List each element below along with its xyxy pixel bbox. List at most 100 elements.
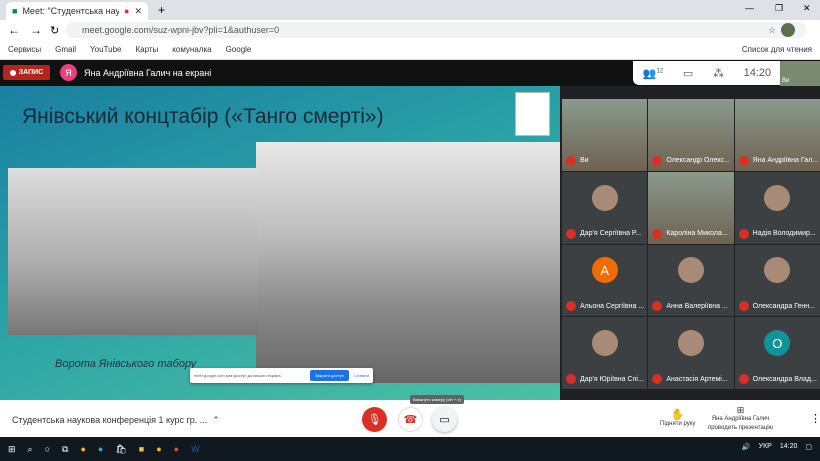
profile-avatar[interactable] (781, 23, 795, 37)
windows-taskbar: ⊞ ⌕ ○ ⧉ ● ● 🛍 ■ ● ● W (0, 437, 820, 461)
participant-avatar (677, 257, 704, 284)
cortana-icon[interactable]: ○ (45, 444, 50, 454)
new-tab-button[interactable]: + (158, 3, 165, 17)
minimize-button[interactable]: — (745, 3, 754, 13)
tab-title: Meet: "Студентська науков (22, 6, 120, 16)
participant-name: Дар'я Юріївна Спі... (566, 374, 645, 384)
participant-tile[interactable]: Анастасія Артемі... (648, 317, 734, 389)
store-icon[interactable]: 🛍 (115, 444, 126, 455)
recording-badge: ЗАПИС (3, 65, 50, 80)
participant-name: Альона Сергіївна ... (566, 301, 645, 312)
end-call-button[interactable]: ☎ (398, 407, 423, 432)
recording-icon: ● (124, 6, 130, 16)
participant-grid: Ви Олександр Олекс... Яна Андріївна Гал...… (562, 99, 820, 389)
participant-name: Анастасія Артемі... (652, 374, 731, 384)
participant-tile[interactable]: Олександр Олекс... (648, 99, 734, 171)
search-icon[interactable]: ⌕ (28, 444, 33, 455)
forward-icon[interactable]: → (30, 23, 42, 37)
mic-muted-icon (566, 228, 576, 239)
participant-name: Ви (566, 155, 645, 166)
participant-name: Яна Андріївна Гал... (738, 155, 818, 166)
close-window-button[interactable]: ✕ (803, 3, 811, 14)
presenting-status[interactable]: ⊞ Яна Андріївна Галич проводить презентаці… (708, 406, 773, 433)
bookmark-google[interactable]: Google (226, 45, 252, 54)
taskbar-clock[interactable]: 14:20 (780, 443, 798, 451)
back-icon[interactable]: ← (8, 23, 20, 37)
mic-muted-icon (652, 228, 663, 239)
volume-icon[interactable]: 🔊 (742, 443, 751, 451)
meet-bottom-bar: Студентська наукова конференція 1 курс г… (0, 400, 820, 437)
participant-name: Анна Валеріївна ... (652, 301, 731, 312)
mic-muted-icon (566, 301, 576, 312)
reload-icon[interactable]: ↻ (50, 24, 59, 37)
mic-muted-icon (566, 155, 576, 166)
participant-name: Олександра Влад... (738, 374, 818, 384)
participant-avatar (764, 184, 791, 211)
participant-tile[interactable]: О Олександра Влад... (734, 317, 820, 389)
language-indicator[interactable]: УКР (759, 443, 772, 451)
explorer-icon[interactable]: ■ (139, 444, 144, 454)
raise-hand-button[interactable]: ✋ Підняти руку (660, 408, 695, 427)
hide-button[interactable]: Сховати (354, 373, 369, 378)
presenter-avatar: Я (60, 64, 77, 81)
bookmark-folder[interactable]: комуналка (172, 45, 211, 54)
reading-list[interactable]: Список для чтения (742, 45, 812, 54)
participant-avatar: А (591, 257, 618, 284)
clock: 14:20 (743, 67, 772, 79)
mic-muted-icon (652, 374, 663, 384)
bookmark-star-icon[interactable]: ☆ (768, 25, 776, 36)
conference-logo (515, 92, 550, 136)
chrome-icon-2[interactable]: ● (156, 444, 161, 454)
participant-name: Дар'я Сергіївна Р... (566, 228, 645, 239)
participant-tile[interactable]: Надія Володимир... (734, 171, 820, 244)
slide-caption: Ворота Янівського табору (55, 358, 197, 370)
participant-tile[interactable]: Дар'я Юріївна Спі... (562, 317, 648, 389)
bookmark-maps[interactable]: Карты (135, 45, 158, 54)
bookmark-gmail[interactable]: Gmail (55, 45, 76, 54)
camera-button[interactable]: ▭ (432, 407, 457, 432)
more-options-icon[interactable]: ⋮ (810, 412, 820, 425)
browser-tab[interactable]: ■ Meet: "Студентська науков ● ✕ (6, 2, 148, 20)
mic-muted-icon (738, 228, 749, 239)
maximize-button[interactable]: ❐ (775, 3, 783, 14)
edge-icon[interactable]: ● (98, 444, 103, 454)
task-view-icon[interactable]: ⧉ (62, 444, 68, 455)
chrome-icon-active[interactable]: ● (174, 444, 179, 454)
participant-avatar (591, 184, 618, 211)
participant-tile[interactable]: Олександра Генн... (734, 244, 820, 317)
bookmark-youtube[interactable]: YouTube (90, 45, 121, 54)
bookmark-services[interactable]: Сервисы (8, 45, 41, 54)
presentation-slide: Янівський концтабір («Танго смерті») Вор… (0, 86, 560, 400)
activities-icon[interactable]: ⁂ (713, 67, 724, 80)
participant-avatar (764, 257, 791, 284)
participant-tile[interactable]: А Альона Сергіївна ... (562, 244, 648, 317)
participant-tile[interactable]: Кароліна Микола... (648, 171, 734, 244)
self-thumbnail: Ви (780, 61, 820, 86)
camera-tooltip: Вимкнути камеру (ctrl + e) (410, 395, 464, 404)
participant-tile[interactable]: Яна Андріївна Гал... (734, 99, 820, 171)
word-icon[interactable]: W (191, 444, 200, 454)
slide-title: Янівський концтабір («Танго смерті») (22, 105, 384, 128)
participant-name: Олександра Генн... (738, 301, 818, 312)
participant-avatar: О (764, 330, 791, 357)
notifications-icon[interactable]: ▢ (805, 443, 812, 451)
mic-off-button[interactable]: 🎙 (362, 407, 387, 432)
participants-button[interactable]: 👥12 (643, 67, 663, 80)
camp-gate-photo-2 (256, 142, 560, 383)
meeting-details-button[interactable]: Студентська наукова конференція 1 курс г… (12, 415, 220, 426)
participant-avatar (677, 330, 704, 357)
participant-tile[interactable]: Ви (562, 99, 648, 171)
chrome-icon[interactable]: ● (80, 444, 85, 454)
start-icon[interactable]: ⊞ (8, 444, 16, 455)
participant-tile[interactable]: Дар'я Сергіївна Р... (562, 171, 648, 244)
browser-tab-bar: ■ Meet: "Студентська науков ● ✕ + — ❐ ✕ (0, 0, 820, 20)
mic-muted-icon (738, 374, 749, 384)
mic-muted-icon (652, 155, 663, 166)
participant-tile[interactable]: Анна Валеріївна ... (648, 244, 734, 317)
chat-icon[interactable]: ▭ (683, 67, 693, 80)
close-tab-icon[interactable]: ✕ (134, 6, 142, 17)
mic-muted-icon (738, 301, 749, 312)
url-input[interactable]: meet.google.com/suz-wpni-jbv?pli=1&authu… (66, 22, 806, 38)
screen-share-notice: meet.google.com має доступ до вашого екр… (190, 368, 373, 383)
stop-sharing-button[interactable]: Закрити доступ (310, 370, 349, 381)
